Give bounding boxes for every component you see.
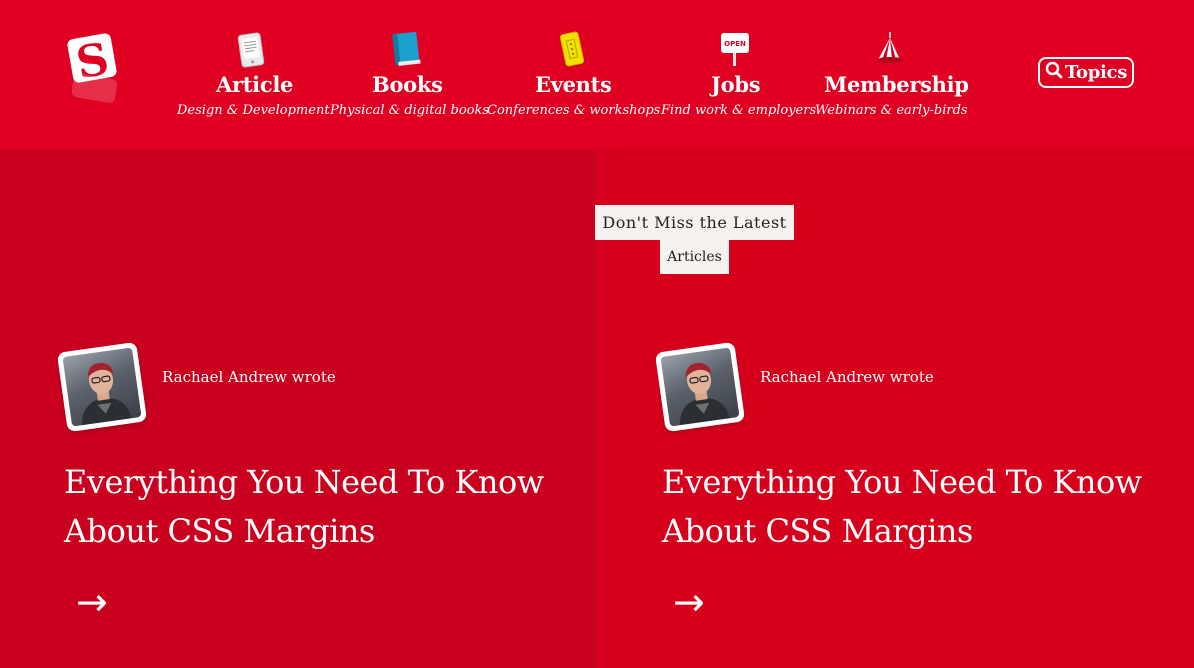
nav-label: Article [216, 72, 294, 97]
open-sign-icon: OPEN [711, 28, 759, 68]
nav-label: Jobs [711, 72, 761, 97]
author-avatar[interactable] [56, 341, 148, 433]
read-more-arrow-icon[interactable]: → [673, 583, 705, 621]
svg-text:OPEN: OPEN [724, 40, 746, 48]
circus-tent-icon [824, 28, 956, 68]
book-icon [372, 28, 440, 68]
nav-item-article[interactable]: Article [216, 28, 294, 97]
smashing-logo[interactable]: S [64, 30, 120, 110]
author-avatar[interactable] [654, 341, 746, 433]
topics-label: Topics [1064, 62, 1128, 83]
latest-tag: Don't Miss the Latest [595, 205, 794, 240]
nav-label: Membership [824, 72, 969, 97]
nav-item-jobs[interactable]: OPEN Jobs [711, 28, 761, 97]
nav-item-membership[interactable]: Membership [824, 28, 969, 97]
nav-label: Events [535, 72, 612, 97]
nav-item-events[interactable]: Events [535, 28, 612, 97]
search-icon [1045, 61, 1063, 84]
read-more-arrow-icon[interactable]: → [76, 583, 108, 621]
nav-subtitle-membership: Webinars & early-birds [815, 103, 968, 118]
author-byline: Rachael Andrew wrote [162, 368, 336, 386]
nav-item-books[interactable]: Books [372, 28, 443, 97]
article-title[interactable]: Everything You Need To Know About CSS Ma… [64, 458, 564, 556]
ebook-reader-icon [216, 28, 286, 68]
topics-button[interactable]: Topics [1038, 57, 1134, 88]
articles-tag[interactable]: Articles [660, 240, 729, 274]
article-title[interactable]: Everything You Need To Know About CSS Ma… [662, 458, 1162, 556]
nav-subtitle-events: Conferences & workshops [487, 103, 661, 118]
nav-subtitle-jobs: Find work & employers [661, 103, 817, 118]
nav-label: Books [372, 72, 443, 97]
nav-subtitle-article: Design & Development [177, 103, 330, 118]
ticket-icon [535, 28, 609, 68]
site-header: S Article Books Events OPEN Jobs Members… [0, 0, 1194, 149]
nav-subtitle-books: Physical & digital books [330, 103, 490, 118]
author-byline: Rachael Andrew wrote [760, 368, 934, 386]
